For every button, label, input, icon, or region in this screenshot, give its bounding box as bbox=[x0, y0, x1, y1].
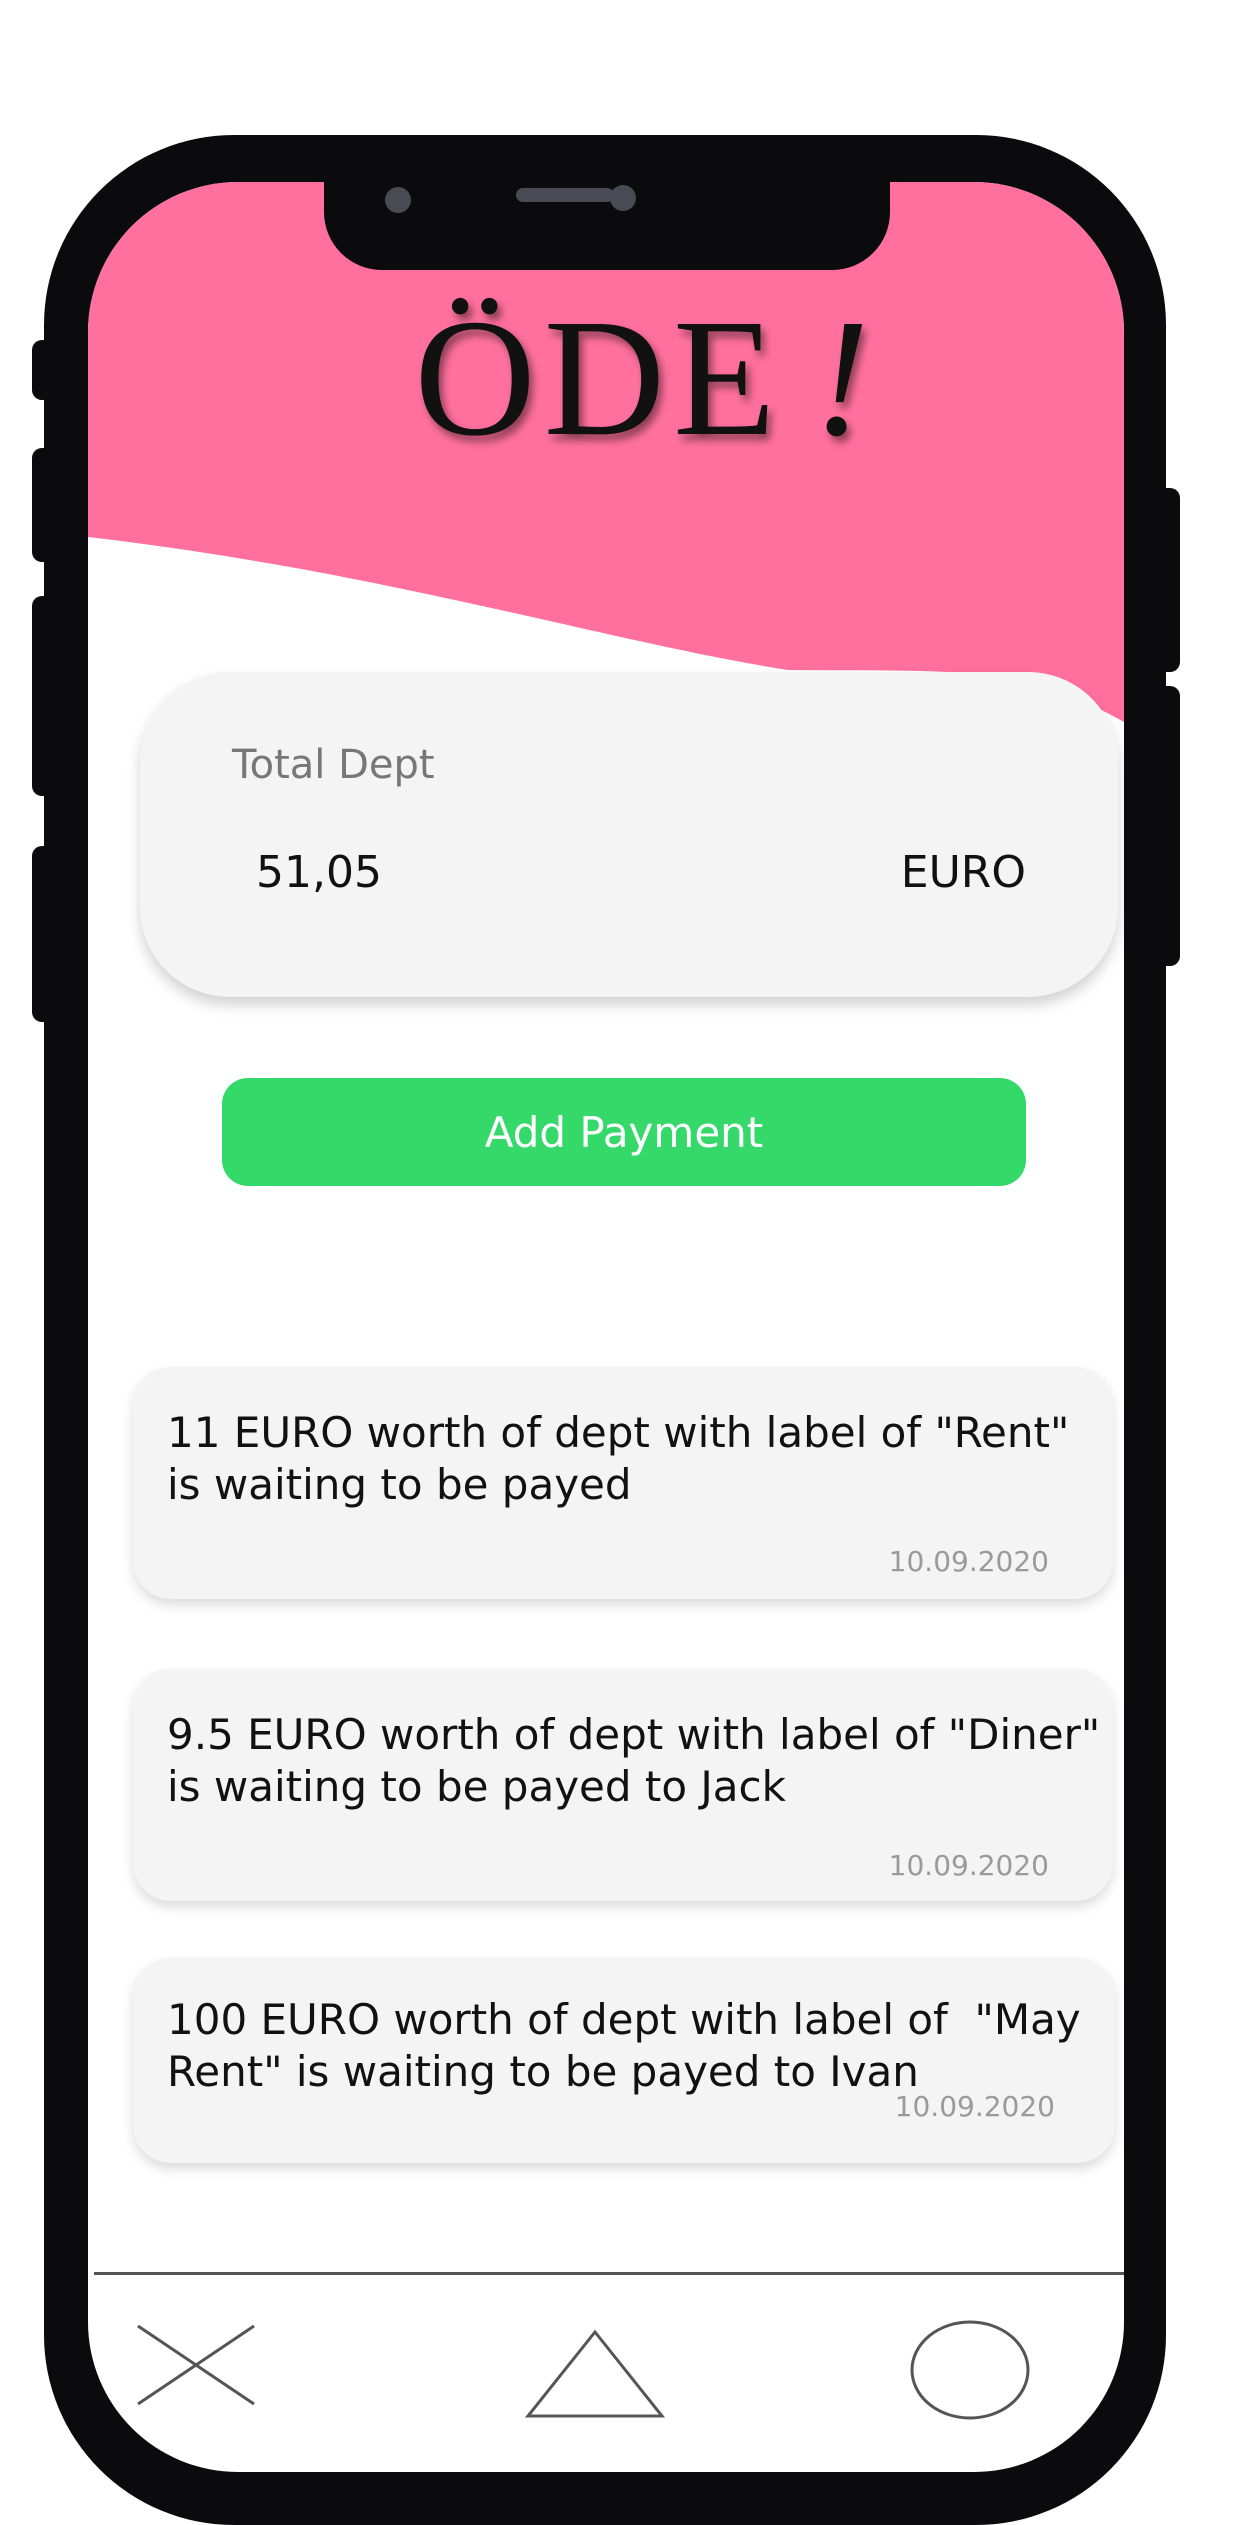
debt-list-item[interactable]: 11 EURO worth of dept with label of "Ren… bbox=[133, 1367, 1113, 1599]
app-title-text: ÖDE bbox=[414, 285, 784, 471]
app-title: ÖDE! bbox=[128, 282, 1124, 475]
total-debt-label: Total Dept bbox=[232, 742, 435, 788]
circle-icon[interactable] bbox=[908, 2318, 1032, 2422]
debt-list-item[interactable]: 9.5 EURO worth of dept with label of "Di… bbox=[133, 1669, 1113, 1901]
debt-date: 10.09.2020 bbox=[888, 1849, 1049, 1882]
total-debt-card: Total Dept 51,05 EURO bbox=[140, 672, 1118, 997]
tabbar-divider bbox=[94, 2272, 1124, 2275]
debt-date: 10.09.2020 bbox=[888, 1545, 1049, 1578]
phone-notch bbox=[324, 182, 890, 270]
total-debt-amount: 51,05 bbox=[256, 847, 382, 898]
triangle-icon[interactable] bbox=[524, 2328, 666, 2420]
debt-description: 9.5 EURO worth of dept with label of "Di… bbox=[167, 1710, 1101, 1811]
total-debt-currency: EURO bbox=[900, 847, 1026, 898]
earpiece-speaker-lower bbox=[516, 188, 614, 202]
debt-description: 100 EURO worth of dept with label of "Ma… bbox=[167, 1995, 1081, 2096]
debt-description: 11 EURO worth of dept with label of "Ren… bbox=[167, 1408, 1070, 1509]
close-icon[interactable] bbox=[134, 2322, 258, 2408]
phone-screen: ÖDE! Total Dept 51,05 EURO Add Payment 1… bbox=[88, 182, 1124, 2472]
front-camera-right bbox=[610, 185, 636, 211]
add-payment-button[interactable]: Add Payment bbox=[222, 1078, 1026, 1186]
debt-list-item[interactable]: 100 EURO worth of dept with label of "Ma… bbox=[133, 1958, 1115, 2163]
front-camera-left bbox=[385, 187, 411, 213]
app-title-mark: ! bbox=[813, 285, 878, 471]
debt-date: 10.09.2020 bbox=[894, 2090, 1055, 2123]
